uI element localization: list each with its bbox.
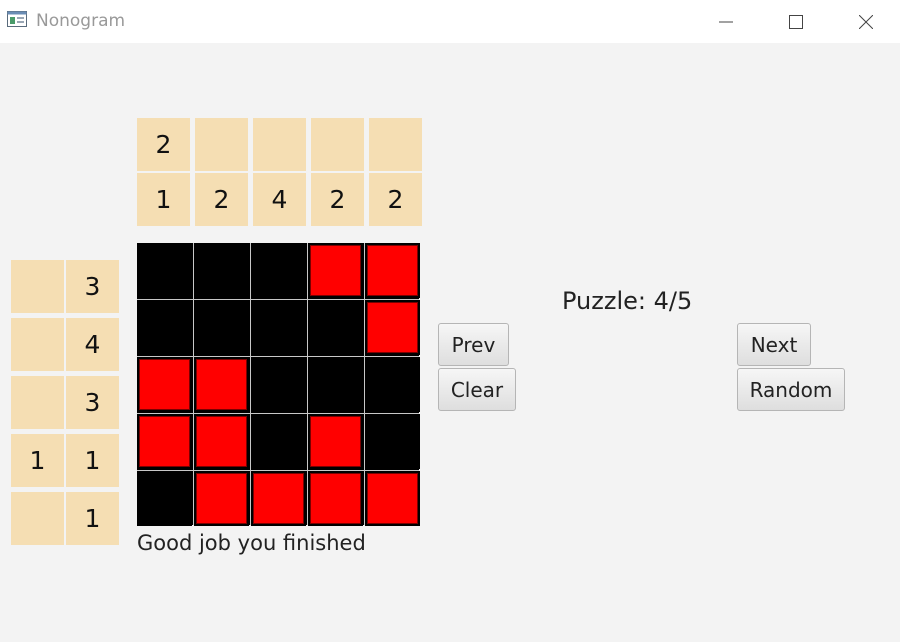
- window-title: Nonogram: [36, 11, 126, 31]
- grid-cell[interactable]: [137, 471, 192, 526]
- close-button[interactable]: [843, 0, 889, 43]
- grid-line-horizontal: [137, 470, 419, 471]
- grid-cell[interactable]: [194, 357, 249, 412]
- grid-cell[interactable]: [194, 300, 249, 355]
- grid-line-vertical: [250, 243, 251, 525]
- grid-cell[interactable]: [194, 414, 249, 469]
- column-clue-2-bottom: 2: [195, 173, 248, 226]
- filled-square: [139, 416, 190, 467]
- grid-line-vertical: [307, 243, 308, 525]
- grid-cell[interactable]: [137, 300, 192, 355]
- filled-square: [196, 473, 247, 524]
- grid-cell[interactable]: [365, 414, 420, 469]
- filled-square: [196, 359, 247, 410]
- column-clue-3-top: [253, 118, 306, 171]
- column-clue-2-top: [195, 118, 248, 171]
- grid-cell[interactable]: [251, 243, 306, 298]
- grid-cell[interactable]: [365, 471, 420, 526]
- random-button[interactable]: Random: [737, 368, 845, 411]
- window-app-icon: [7, 11, 27, 27]
- grid-cell[interactable]: [251, 471, 306, 526]
- filled-square: [367, 245, 418, 296]
- prev-button[interactable]: Prev: [438, 323, 509, 366]
- row-clue-4-left: 1: [11, 434, 64, 487]
- row-clue-2-right: 4: [66, 318, 119, 371]
- column-clue-1-bottom: 1: [137, 173, 190, 226]
- minimize-icon: [719, 21, 733, 22]
- status-message: Good job you finished: [137, 531, 366, 555]
- grid-cell[interactable]: [194, 243, 249, 298]
- row-clue-1-right: 3: [66, 260, 119, 313]
- maximize-button[interactable]: [773, 0, 819, 43]
- grid-cell[interactable]: [137, 357, 192, 412]
- next-button[interactable]: Next: [737, 323, 811, 366]
- grid-cell[interactable]: [308, 414, 363, 469]
- grid-cell[interactable]: [308, 300, 363, 355]
- filled-square: [253, 473, 304, 524]
- filled-square: [310, 416, 361, 467]
- row-clue-3-right: 3: [66, 376, 119, 429]
- row-clue-2-left: [11, 318, 64, 371]
- grid-cell[interactable]: [365, 357, 420, 412]
- grid-line-horizontal: [137, 356, 419, 357]
- filled-square: [196, 416, 247, 467]
- puzzle-counter: Puzzle: 4/5: [562, 287, 693, 315]
- maximize-icon: [789, 14, 803, 29]
- puzzle-grid: [137, 243, 420, 526]
- grid-line-horizontal: [137, 413, 419, 414]
- grid-cell[interactable]: [251, 357, 306, 412]
- grid-line-vertical: [193, 243, 194, 525]
- row-clue-3-left: [11, 376, 64, 429]
- grid-line-vertical: [364, 243, 365, 525]
- title-bar: Nonogram: [0, 0, 900, 43]
- grid-cell[interactable]: [308, 243, 363, 298]
- grid-cell[interactable]: [137, 414, 192, 469]
- filled-square: [310, 473, 361, 524]
- close-icon: [859, 14, 873, 29]
- column-clue-4-bottom: 2: [311, 173, 364, 226]
- filled-square: [367, 473, 418, 524]
- row-clue-4-right: 1: [66, 434, 119, 487]
- row-clue-5-left: [11, 492, 64, 545]
- filled-square: [310, 245, 361, 296]
- grid-cell[interactable]: [365, 300, 420, 355]
- grid-cell[interactable]: [308, 471, 363, 526]
- grid-cell[interactable]: [251, 300, 306, 355]
- filled-square: [367, 302, 418, 353]
- row-clue-5-right: 1: [66, 492, 119, 545]
- column-clue-3-bottom: 4: [253, 173, 306, 226]
- filled-square: [139, 359, 190, 410]
- grid-cell[interactable]: [194, 471, 249, 526]
- grid-line-horizontal: [137, 299, 419, 300]
- minimize-button[interactable]: [703, 0, 749, 43]
- grid-cell[interactable]: [308, 357, 363, 412]
- column-clue-5-bottom: 2: [369, 173, 422, 226]
- column-clue-1-top: 2: [137, 118, 190, 171]
- clear-button[interactable]: Clear: [438, 368, 516, 411]
- column-clue-5-top: [369, 118, 422, 171]
- grid-cell[interactable]: [365, 243, 420, 298]
- grid-cell[interactable]: [137, 243, 192, 298]
- column-clue-4-top: [311, 118, 364, 171]
- grid-cell[interactable]: [251, 414, 306, 469]
- row-clue-1-left: [11, 260, 64, 313]
